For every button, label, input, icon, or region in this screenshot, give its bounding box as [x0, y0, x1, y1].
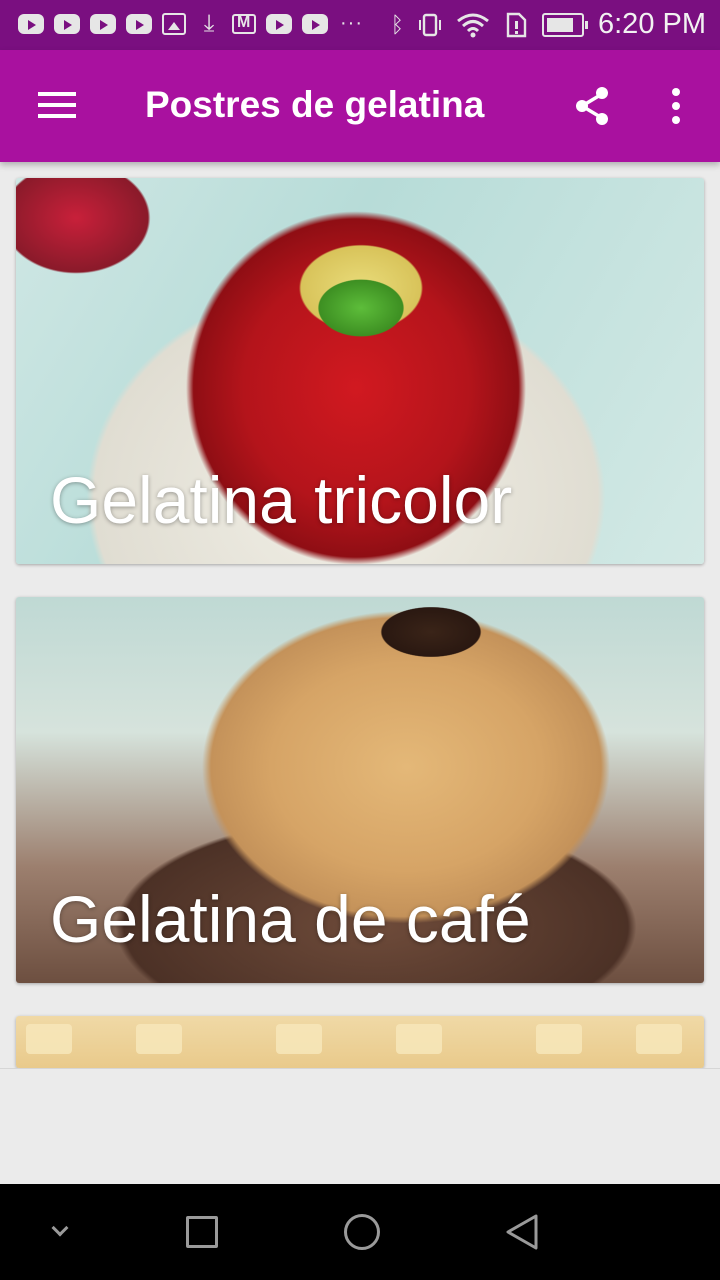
- page-title: Postres de gelatina: [145, 84, 485, 125]
- notification-icons: ⤓ ···: [18, 9, 363, 37]
- battery-icon: [542, 12, 588, 37]
- recipe-title: Gelatina de café: [50, 882, 531, 956]
- more-vert-icon: [672, 88, 680, 96]
- menu-icon: [38, 92, 76, 96]
- vibrate-icon: [419, 13, 441, 36]
- gmail-icon: [232, 14, 256, 34]
- youtube-icon: [126, 14, 152, 34]
- menu-button[interactable]: [30, 86, 82, 126]
- recents-icon[interactable]: [178, 1208, 226, 1256]
- youtube-icon: [302, 14, 328, 34]
- share-icon: [576, 87, 608, 125]
- bluetooth-icon: ᛒ: [390, 11, 404, 37]
- app-bar: Postres de gelatina: [0, 50, 720, 162]
- status-bar: ⤓ ··· ᛒ 6:20 PM: [0, 0, 720, 50]
- more-notifications-icon: ···: [340, 12, 363, 34]
- image-icon: [162, 12, 186, 35]
- navigation-bar: [0, 1184, 720, 1280]
- recipe-card-gelatina-tricolor[interactable]: Gelatina tricolor: [16, 178, 704, 564]
- home-icon[interactable]: [338, 1208, 386, 1256]
- recipe-card-partial[interactable]: [16, 1016, 704, 1068]
- youtube-icon: [266, 14, 292, 34]
- share-button[interactable]: [566, 80, 618, 132]
- chevron-down-icon[interactable]: [36, 1208, 84, 1256]
- sim-icon: [506, 12, 527, 37]
- system-icons: ᛒ 6:20 PM: [391, 8, 706, 41]
- more-options-button[interactable]: [656, 82, 696, 130]
- wifi-icon: [457, 13, 489, 37]
- youtube-icon: [54, 14, 80, 34]
- youtube-icon: [90, 14, 116, 34]
- download-icon: ⤓: [203, 9, 215, 37]
- back-icon[interactable]: [498, 1208, 546, 1256]
- recipe-title: Gelatina tricolor: [50, 463, 513, 537]
- youtube-icon: [18, 14, 44, 34]
- status-time: 6:20 PM: [598, 8, 706, 40]
- bottom-empty-area: [0, 1068, 720, 1185]
- recipe-card-gelatina-de-cafe[interactable]: Gelatina de café: [16, 597, 704, 983]
